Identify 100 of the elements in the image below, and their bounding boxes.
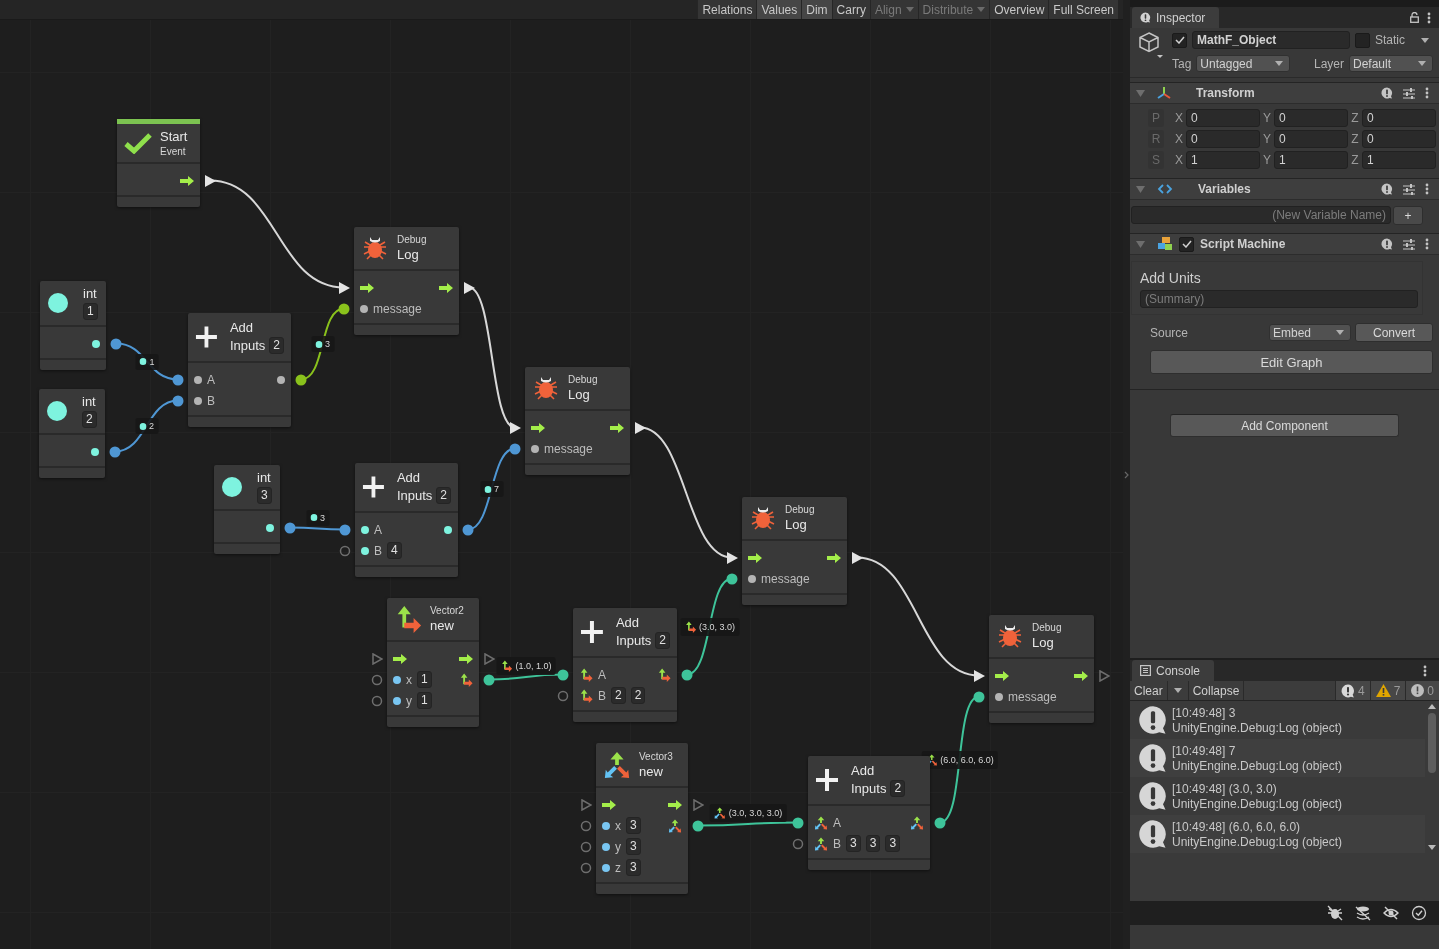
sliders-icon[interactable] bbox=[1403, 183, 1415, 195]
add-variable-button[interactable]: + bbox=[1393, 206, 1423, 225]
port-circle-icon[interactable] bbox=[462, 523, 474, 536]
port-circle-icon[interactable] bbox=[284, 521, 296, 534]
variable-name-field[interactable]: (New Variable Name) bbox=[1131, 206, 1391, 224]
more-icon[interactable] bbox=[1425, 238, 1429, 250]
collapse-button[interactable]: Collapse bbox=[1188, 681, 1245, 700]
port-circle-icon[interactable] bbox=[109, 445, 121, 458]
port-circle-icon[interactable] bbox=[371, 673, 383, 686]
value-field[interactable]: 2 bbox=[611, 687, 626, 704]
port-triangle-icon[interactable] bbox=[973, 669, 985, 682]
port-circle-icon[interactable] bbox=[792, 837, 804, 850]
port-circle-icon[interactable] bbox=[580, 840, 592, 853]
log-entry[interactable]: [10:49:48] 7 UnityEngine.Debug:Log (object) bbox=[1130, 739, 1425, 777]
port-circle-icon[interactable] bbox=[295, 373, 307, 386]
port-circle-icon[interactable] bbox=[934, 816, 946, 829]
value-field[interactable]: 2 bbox=[82, 411, 97, 428]
port-circle-icon[interactable] bbox=[172, 373, 184, 386]
port-circle-icon[interactable] bbox=[172, 394, 184, 407]
port-circle-icon[interactable] bbox=[110, 337, 122, 350]
sliders-icon[interactable] bbox=[1403, 87, 1415, 99]
port-circle-icon[interactable] bbox=[371, 694, 383, 707]
node-card[interactable] bbox=[525, 367, 630, 475]
port-circle-icon[interactable] bbox=[692, 819, 704, 832]
port-circle-icon[interactable] bbox=[339, 544, 351, 557]
stack-icon[interactable] bbox=[1355, 905, 1371, 921]
value-field[interactable]: 3 bbox=[626, 859, 641, 876]
toolbar-button[interactable]: Overview bbox=[989, 0, 1049, 19]
more-icon[interactable] bbox=[1427, 11, 1431, 24]
log-entry[interactable]: [10:49:48] (6.0, 6.0, 6.0) UnityEngine.Debug:Log (object) bbox=[1130, 815, 1425, 853]
add-component-button[interactable]: Add Component bbox=[1170, 414, 1399, 437]
value-field[interactable]: 3 bbox=[846, 835, 861, 852]
more-icon[interactable] bbox=[1425, 87, 1429, 99]
port-triangle-icon[interactable] bbox=[204, 174, 216, 187]
port-circle-icon[interactable] bbox=[557, 689, 569, 702]
clear-button[interactable]: Clear bbox=[1130, 681, 1168, 700]
port-triangle-icon[interactable] bbox=[726, 551, 738, 564]
check-circle-icon[interactable] bbox=[1411, 905, 1427, 921]
node-card[interactable] bbox=[742, 497, 847, 605]
inspector-tab[interactable]: Inspector bbox=[1132, 7, 1220, 28]
static-checkbox[interactable] bbox=[1355, 32, 1370, 48]
node-card[interactable] bbox=[188, 313, 291, 427]
layer-dropdown[interactable]: Default bbox=[1349, 55, 1433, 72]
sliders-icon[interactable] bbox=[1403, 238, 1415, 250]
value-field[interactable]: 2 bbox=[655, 632, 670, 649]
value-field[interactable]: 3 bbox=[257, 487, 272, 504]
toolbar-button[interactable]: Values bbox=[756, 0, 802, 19]
value-field[interactable]: 4 bbox=[387, 542, 402, 559]
port-circle-icon[interactable] bbox=[580, 819, 592, 832]
node-card[interactable] bbox=[989, 615, 1094, 723]
port-circle-icon[interactable] bbox=[339, 523, 351, 536]
value-field[interactable]: 3 bbox=[626, 817, 641, 834]
value-field[interactable]: 2 bbox=[269, 337, 284, 354]
more-icon[interactable] bbox=[1423, 664, 1427, 677]
eye-off-icon[interactable] bbox=[1383, 905, 1399, 921]
bug-off-icon[interactable] bbox=[1327, 905, 1343, 921]
port-triangle-icon[interactable] bbox=[338, 281, 350, 294]
number-field[interactable]: 0 bbox=[1274, 130, 1348, 148]
port-triangle-icon[interactable] bbox=[851, 551, 863, 564]
active-checkbox[interactable] bbox=[1172, 32, 1187, 48]
port-circle-icon[interactable] bbox=[557, 668, 569, 681]
console-tab[interactable]: Console bbox=[1132, 660, 1215, 681]
port-circle-icon[interactable] bbox=[580, 861, 592, 874]
number-field[interactable]: 0 bbox=[1362, 109, 1436, 127]
port-circle-icon[interactable] bbox=[338, 302, 350, 315]
node-card[interactable] bbox=[354, 227, 459, 335]
log-entry[interactable]: [10:49:48] (3.0, 3.0) UnityEngine.Debug:Log (object) bbox=[1130, 777, 1425, 815]
port-triangle-icon[interactable] bbox=[634, 421, 646, 434]
node-card[interactable] bbox=[355, 463, 458, 577]
number-field[interactable]: 1 bbox=[1362, 151, 1436, 169]
number-field[interactable]: 0 bbox=[1362, 130, 1436, 148]
port-circle-icon[interactable] bbox=[726, 572, 738, 585]
tag-dropdown[interactable]: Untagged bbox=[1196, 55, 1291, 72]
toolbar-button[interactable]: Relations bbox=[697, 0, 757, 19]
chevron-icon[interactable] bbox=[1124, 470, 1129, 479]
port-triangle-icon[interactable] bbox=[463, 281, 475, 294]
value-field[interactable]: 3 bbox=[885, 835, 901, 852]
number-field[interactable]: 1 bbox=[1186, 151, 1260, 169]
port-circle-icon[interactable] bbox=[509, 442, 521, 455]
toolbar-button[interactable]: Carry bbox=[831, 0, 870, 19]
log-entry[interactable]: [10:49:48] 3 UnityEngine.Debug:Log (object) bbox=[1130, 701, 1425, 739]
toolbar-button[interactable]: Dim bbox=[801, 0, 832, 19]
number-field[interactable]: 0 bbox=[1274, 109, 1348, 127]
port-circle-icon[interactable] bbox=[483, 673, 495, 686]
enabled-checkbox[interactable] bbox=[1179, 236, 1194, 252]
object-name-field[interactable]: MathF_Object bbox=[1192, 31, 1350, 49]
port-circle-icon[interactable] bbox=[792, 816, 804, 829]
value-field[interactable]: 3 bbox=[626, 838, 641, 855]
toolbar-button[interactable]: Full Screen bbox=[1048, 0, 1118, 19]
more-icon[interactable] bbox=[1425, 183, 1429, 195]
value-field[interactable]: 2 bbox=[436, 487, 451, 504]
convert-button[interactable]: Convert bbox=[1355, 323, 1433, 342]
port-triangle-icon[interactable] bbox=[509, 421, 521, 434]
port-circle-icon[interactable] bbox=[973, 690, 985, 703]
number-field[interactable]: 1 bbox=[1274, 151, 1348, 169]
value-field[interactable]: 1 bbox=[417, 692, 432, 709]
number-field[interactable]: 0 bbox=[1186, 130, 1260, 148]
lock-icon[interactable] bbox=[1410, 12, 1419, 23]
edit-graph-button[interactable]: Edit Graph bbox=[1150, 350, 1433, 374]
clear-options-dropdown[interactable] bbox=[1173, 688, 1182, 693]
